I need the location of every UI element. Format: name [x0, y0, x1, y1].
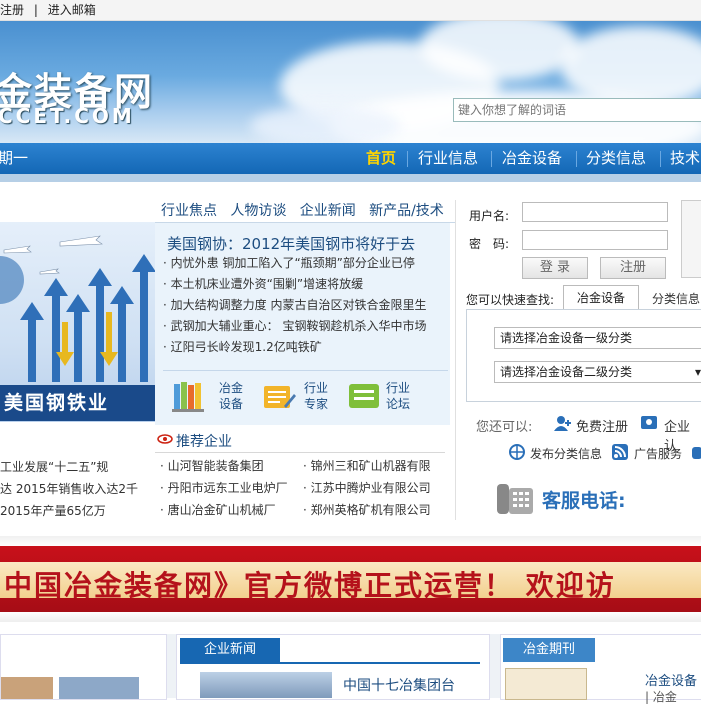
top-bar: 注册 | 进入邮箱 [0, 0, 701, 21]
rss-icon [611, 443, 629, 461]
news-item[interactable]: · 辽阳弓长岭发现1.2亿吨铁矿 [163, 337, 453, 358]
news-headline[interactable]: 美国钢协：2012年美国钢市将好于去 [167, 233, 415, 254]
news-item[interactable]: · 武钢加大辅业重心： 宝钢鞍钢趁机杀入华中市场 [163, 316, 453, 337]
nav-technology[interactable]: 技术 [670, 143, 700, 174]
list-item[interactable]: · 丹阳市远东工业电炉厂 [160, 477, 300, 499]
main-nav: 期一 首页 行业信息 冶金设备 分类信息 技术 [0, 143, 701, 174]
nav-metallurgy-equipment[interactable]: 冶金设备 [502, 143, 562, 174]
news-item[interactable]: · 本土机床业遭外资“围剿”增速将放缓 [163, 274, 453, 295]
journal-cover[interactable] [505, 668, 587, 700]
nav-strip [0, 174, 701, 182]
topbar-separator: | [33, 3, 38, 17]
phone-icon [495, 478, 535, 518]
password-input[interactable] [522, 230, 668, 250]
hotline-label: 客服电话: [542, 490, 626, 512]
username-input[interactable] [522, 202, 668, 222]
left-lower-list: 工业发展“十二五”规 达 2015年销售收入达2千 2015年产量65亿万 [0, 456, 155, 522]
tab-new-products[interactable]: 新产品/技术 [369, 203, 444, 219]
books-icon[interactable] [172, 380, 212, 414]
recommend-title: 推荐企业 [176, 434, 232, 450]
journal-title[interactable]: 冶金期刊 [503, 638, 595, 662]
quick-search-panel [466, 309, 701, 402]
quick-search-label: 您可以快速查找: [466, 293, 555, 307]
user-add-icon [553, 414, 571, 432]
tab-enterprise-news[interactable]: 企业新闻 [300, 203, 356, 219]
news-item[interactable]: · 加大结构调整力度 内蒙古自治区对铁合金限里生 [163, 295, 453, 316]
tab-classified-info[interactable]: 分类信息 [652, 290, 700, 307]
promo-text: 中国冶金装备网》官方微博正式运营！ 欢迎访 [4, 569, 616, 602]
news-item[interactable]: · 内忧外患 铜加工陷入了“瓶颈期”部分企业已停 [163, 253, 453, 274]
recommend-left-list: · 山河智能装备集团 · 丹阳市远东工业电炉厂 · 唐山冶金矿山机械厂 [160, 455, 300, 521]
journal-sub: | 冶金 [645, 690, 677, 704]
nav-left-text: 期一 [0, 149, 29, 167]
news-tabs: 行业焦点 人物访谈 企业新闻 新产品/技术 [161, 200, 444, 220]
ad-service-link[interactable]: 广告服务 [634, 445, 682, 462]
shortcut-forum[interactable]: 行业 论坛 [386, 380, 410, 412]
list-item[interactable]: · 唐山冶金矿山机械厂 [160, 499, 300, 521]
free-register-link[interactable]: 免费注册 [576, 416, 628, 435]
category-level1-select[interactable]: 请选择冶金设备一级分类 [494, 327, 701, 349]
news-feature-title[interactable]: 美国钢铁业 [0, 385, 155, 421]
site-header: 金装备网 CCET.COM [0, 21, 701, 143]
list-item[interactable]: · 山河智能装备集团 [160, 455, 300, 477]
shortcut-equipment[interactable]: 冶金 设备 [219, 380, 243, 412]
search-input[interactable] [453, 98, 701, 122]
eye-icon [157, 433, 173, 445]
list-item[interactable]: 2015年产量65亿万 [0, 500, 155, 522]
tab-industry-focus[interactable]: 行业焦点 [161, 203, 217, 219]
enterprise-news-item[interactable]: 中国十七冶集团台 [343, 675, 455, 695]
news-list: · 内忧外患 铜加工陷入了“瓶颈期”部分企业已停 · 本土机床业遭外资“围剿”增… [163, 253, 453, 358]
nav-classified-info[interactable]: 分类信息 [586, 143, 646, 174]
tab-metallurgy-equipment[interactable]: 冶金设备 [563, 285, 639, 310]
bottom-left-panel [0, 634, 167, 700]
captcha-image [681, 200, 701, 278]
enterprise-news-image[interactable] [200, 672, 332, 698]
password-label: 密 码: [469, 237, 510, 251]
register-button[interactable]: 注册 [600, 257, 666, 279]
category-level2-select[interactable]: 请选择冶金设备二级分类 ▾ [494, 361, 701, 383]
mailbox-link[interactable]: 进入邮箱 [48, 3, 96, 17]
forum-icon[interactable] [347, 380, 381, 414]
username-label: 用户名: [469, 209, 510, 223]
expert-icon[interactable] [262, 380, 296, 414]
enterprise-news-title[interactable]: 企业新闻 [180, 638, 280, 662]
hand-icon [690, 443, 701, 461]
services-label: 您还可以: [476, 420, 533, 435]
list-item[interactable]: · 江苏中腾炉业有限公司 [303, 477, 448, 499]
nav-industry-info[interactable]: 行业信息 [418, 143, 478, 174]
nav-home[interactable]: 首页 [366, 143, 396, 174]
site-logo-domain: CCET.COM [0, 104, 135, 128]
register-link[interactable]: 注册 [0, 3, 24, 17]
recommend-right-list: · 锦州三和矿山机器有限 · 江苏中腾炉业有限公司 · 郑州英格矿机有限公司 [303, 455, 448, 521]
chevron-down-icon: ▾ [694, 365, 701, 379]
promo-banner[interactable]: 中国冶金装备网》官方微博正式运营！ 欢迎访 [0, 536, 701, 622]
post-info-link[interactable]: 发布分类信息 [530, 445, 602, 462]
login-button[interactable]: 登 录 [522, 257, 588, 279]
list-item[interactable]: 工业发展“十二五”规 [0, 456, 155, 478]
list-item[interactable]: · 锦州三和矿山机器有限 [303, 455, 448, 477]
shortcut-expert[interactable]: 行业 专家 [304, 380, 328, 412]
certificate-icon [640, 414, 658, 432]
tab-interviews[interactable]: 人物访谈 [230, 203, 286, 219]
journal-item[interactable]: 冶金设备 [645, 670, 697, 689]
list-item[interactable]: 达 2015年销售收入达2千 [0, 478, 155, 500]
list-item[interactable]: · 郑州英格矿机有限公司 [303, 499, 448, 521]
globe-icon [508, 443, 526, 461]
